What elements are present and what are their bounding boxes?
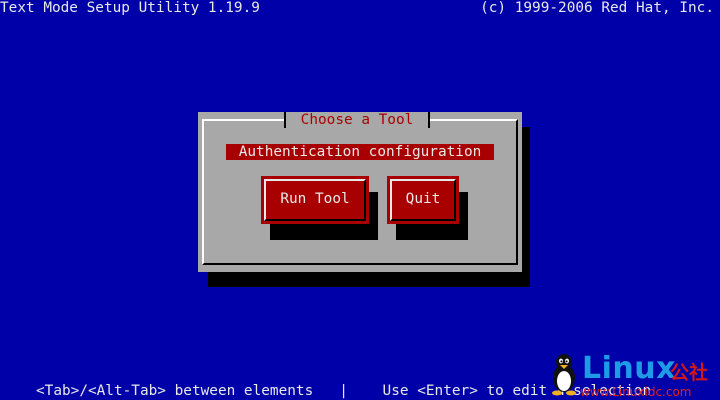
- run-tool-button-label: Run Tool: [280, 191, 350, 207]
- watermark-url: www.Linuxidc.com: [580, 385, 692, 399]
- watermark-brand: Linux: [582, 351, 676, 386]
- copyright-notice: (c) 1999-2006 Red Hat, Inc.: [480, 0, 714, 16]
- quit-button-label: Quit: [405, 191, 441, 207]
- tux-penguin-icon: [552, 354, 576, 396]
- dialog-title: Choose a Tool: [284, 112, 430, 128]
- watermark-suffix: 公社: [670, 362, 709, 384]
- quit-button[interactable]: Quit: [387, 176, 459, 224]
- watermark: Linux 公社 www.Linuxidc.com: [548, 352, 720, 400]
- listbox-item-authentication-configuration[interactable]: Authentication configuration: [226, 144, 494, 160]
- run-tool-button[interactable]: Run Tool: [261, 176, 369, 224]
- app-title: Text Mode Setup Utility 1.19.9: [0, 0, 260, 16]
